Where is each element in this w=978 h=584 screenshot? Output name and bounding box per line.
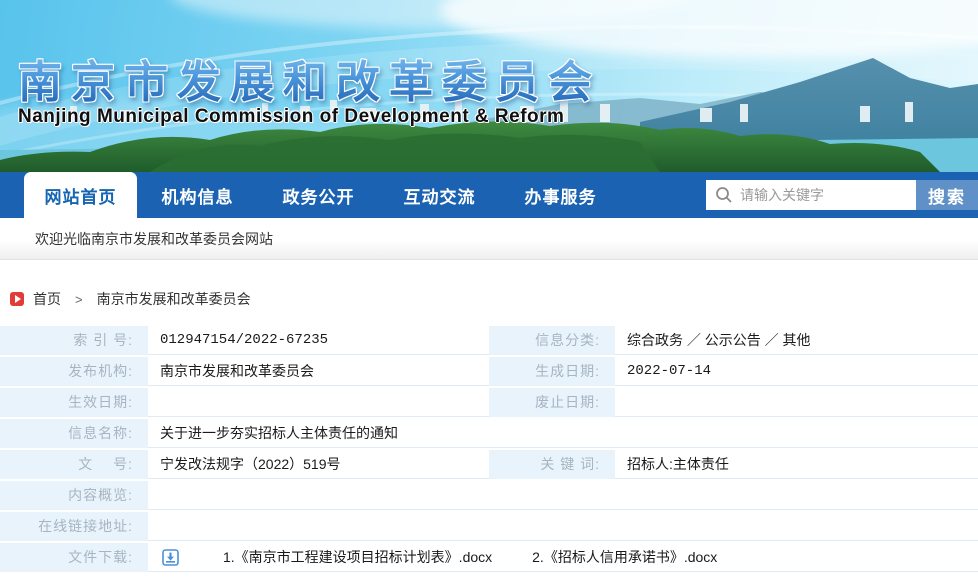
effective-date-value — [148, 388, 489, 417]
welcome-bar: 欢迎光临南京市发展和改革委员会网站 — [0, 218, 978, 260]
breadcrumb-play-icon — [10, 292, 24, 306]
site-title-chinese: 南京市发展和改革委员会 — [18, 46, 601, 110]
index-number-value: 012947154/2022-67235 — [148, 326, 489, 355]
nav-tab-services[interactable]: 办事服务 — [500, 172, 621, 218]
search-button[interactable]: 搜索 — [916, 180, 978, 210]
doc-number-label: 文 号: — [0, 450, 148, 479]
doc-number-value: 宁发改法规字（2022）519号 — [148, 450, 489, 479]
keywords-value: 招标人:主体责任 — [615, 450, 978, 479]
summary-label: 内容概览: — [0, 481, 148, 510]
online-link-label: 在线链接地址: — [0, 512, 148, 541]
document-info-table: 索 引 号: 012947154/2022-67235 信息分类: 综合政务 ／… — [0, 326, 978, 572]
summary-value — [148, 481, 978, 510]
expiry-date-value — [615, 388, 978, 417]
breadcrumb-separator: > — [75, 292, 83, 307]
search-icon — [715, 186, 733, 204]
search-field-wrap — [706, 180, 916, 210]
online-link-value — [148, 512, 978, 541]
nav-tab-interaction[interactable]: 互动交流 — [379, 172, 500, 218]
doc-name-label: 信息名称: — [0, 419, 148, 448]
download-icon[interactable] — [162, 549, 179, 566]
doc-name-value: 关于进一步夯实招标人主体责任的通知 — [148, 419, 978, 448]
breadcrumb-current: 南京市发展和改革委员会 — [97, 289, 251, 309]
expiry-date-label: 废止日期: — [489, 388, 615, 417]
nav-tab-org-info[interactable]: 机构信息 — [137, 172, 258, 218]
site-title-english: Nanjing Municipal Commission of Developm… — [18, 106, 564, 128]
keywords-label: 关 键 词: — [489, 450, 615, 479]
breadcrumb-home-link[interactable]: 首页 — [33, 289, 61, 309]
category-value: 综合政务 ／ 公示公告 ／ 其他 — [615, 326, 978, 355]
download-link-1[interactable]: 1.《南京市工程建设项目招标计划表》.docx — [223, 543, 492, 571]
download-label: 文件下载: — [0, 543, 148, 572]
nav-tab-home[interactable]: 网站首页 — [24, 172, 137, 218]
nav-tab-gov-affairs[interactable]: 政务公开 — [258, 172, 379, 218]
publisher-label: 发布机构: — [0, 357, 148, 386]
generate-date-value: 2022-07-14 — [615, 357, 978, 386]
site-banner: 南京市发展和改革委员会 Nanjing Municipal Commission… — [0, 0, 978, 172]
index-number-label: 索 引 号: — [0, 326, 148, 355]
publisher-value: 南京市发展和改革委员会 — [148, 357, 489, 386]
category-label: 信息分类: — [489, 326, 615, 355]
effective-date-label: 生效日期: — [0, 388, 148, 417]
download-row: 1.《南京市工程建设项目招标计划表》.docx 2.《招标人信用承诺书》.doc… — [148, 543, 978, 572]
search-input[interactable] — [706, 180, 916, 210]
breadcrumb: 首页 > 南京市发展和改革委员会 — [10, 289, 978, 309]
generate-date-label: 生成日期: — [489, 357, 615, 386]
main-navigation: 网站首页 机构信息 政务公开 互动交流 办事服务 搜索 — [0, 172, 978, 218]
download-link-2[interactable]: 2.《招标人信用承诺书》.docx — [532, 543, 717, 571]
